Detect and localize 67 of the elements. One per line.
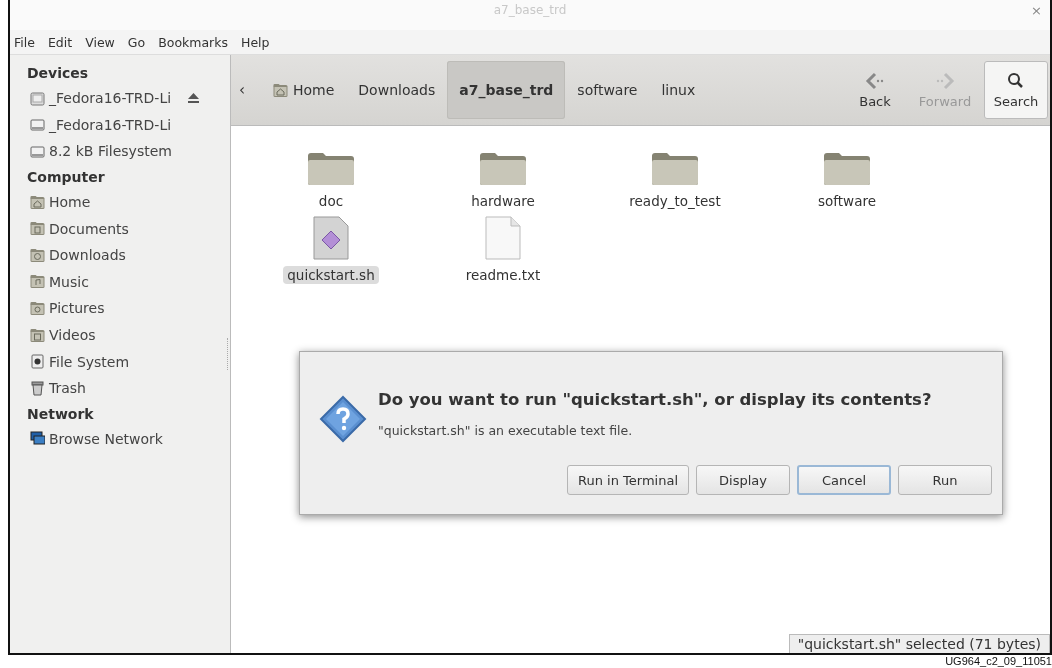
sidebar-item[interactable]: Home bbox=[27, 188, 230, 216]
drive-icon bbox=[30, 117, 45, 133]
sidebar-item[interactable]: Videos bbox=[27, 321, 230, 349]
menu-item[interactable]: Help bbox=[241, 34, 270, 50]
file-name[interactable]: hardware bbox=[467, 192, 539, 210]
network-icon bbox=[30, 431, 45, 447]
folder-icon bbox=[823, 152, 871, 186]
menu-item[interactable]: File bbox=[14, 34, 35, 50]
dialog-button[interactable]: Run in Terminal bbox=[567, 465, 689, 495]
home-folder-icon bbox=[30, 194, 45, 210]
section-heading: Network bbox=[27, 404, 95, 424]
section-heading: Devices bbox=[27, 64, 90, 83]
menu-item[interactable]: Go bbox=[127, 34, 146, 50]
scroll-left-button[interactable]: ‹ bbox=[239, 81, 261, 99]
path-button[interactable]: linux bbox=[649, 61, 708, 119]
dialog-button[interactable]: Cancel bbox=[797, 465, 891, 495]
path-button[interactable]: Home bbox=[261, 61, 347, 119]
file-name[interactable]: readme.txt bbox=[461, 266, 545, 284]
path-button[interactable]: software bbox=[565, 61, 650, 119]
sidebar-item[interactable]: Music bbox=[27, 268, 230, 296]
path-button[interactable]: a7_base_trd bbox=[447, 61, 566, 119]
music-folder-icon bbox=[30, 274, 45, 290]
menu-item[interactable]: Edit bbox=[47, 34, 73, 50]
path-button[interactable]: Downloads bbox=[346, 61, 448, 119]
sidebar-item[interactable]: 8.2 kB Filesystem bbox=[27, 138, 230, 165]
question-icon bbox=[318, 394, 368, 444]
search-button[interactable]: Search bbox=[984, 61, 1048, 119]
dialog-message: "quickstart.sh" is an executable text file. bbox=[378, 423, 634, 438]
file-name[interactable]: doc bbox=[314, 192, 348, 210]
trash-icon bbox=[30, 380, 45, 396]
sidebar-item[interactable]: File System bbox=[27, 348, 230, 375]
menu-item[interactable]: Bookmarks bbox=[158, 34, 228, 50]
drive-icon bbox=[30, 90, 45, 106]
home-folder-icon bbox=[273, 82, 288, 98]
dialog-button[interactable]: Display bbox=[696, 465, 790, 495]
drive-icon bbox=[30, 354, 45, 370]
eject-icon bbox=[187, 92, 201, 105]
documents-folder-icon bbox=[30, 221, 45, 237]
downloads-folder-icon bbox=[30, 247, 45, 263]
file-name[interactable]: ready_to_test bbox=[625, 192, 725, 210]
section-heading: Computer bbox=[27, 167, 106, 187]
dialog-button[interactable]: Run bbox=[898, 465, 992, 495]
folder-icon bbox=[651, 152, 699, 186]
forward-arrow-icon bbox=[935, 71, 955, 90]
pictures-folder-icon bbox=[30, 300, 45, 316]
file-name[interactable]: software bbox=[814, 192, 880, 210]
drive-icon bbox=[30, 144, 45, 159]
sidebar-item[interactable]: _Fedora16-TRD-Li bbox=[27, 85, 230, 112]
back-button[interactable]: Back bbox=[840, 61, 910, 119]
dialog-title: Do you want to run "quickstart.sh", or display its contents? bbox=[378, 390, 933, 409]
sidebar-item[interactable]: Pictures bbox=[27, 295, 230, 322]
script-file-icon bbox=[313, 216, 349, 260]
sidebar-item[interactable]: Trash bbox=[27, 374, 230, 402]
sidebar-item[interactable]: _Fedora16-TRD-Li bbox=[27, 111, 230, 139]
figure-caption: UG964_c2_09_11051 bbox=[945, 655, 1052, 667]
sidebar-item[interactable]: Documents bbox=[27, 215, 230, 242]
menu-item[interactable]: View bbox=[85, 34, 115, 50]
sidebar-item[interactable]: Browse Network bbox=[27, 425, 230, 453]
sidebar-item[interactable]: Downloads bbox=[27, 241, 230, 269]
back-arrow-icon bbox=[865, 71, 885, 90]
status-bar: "quickstart.sh" selected (71 bytes) bbox=[788, 634, 1050, 653]
text-file-icon bbox=[485, 216, 521, 260]
folder-icon bbox=[479, 152, 527, 186]
close-button[interactable]: × bbox=[1031, 3, 1042, 18]
videos-folder-icon bbox=[30, 327, 45, 343]
file-name[interactable]: quickstart.sh bbox=[283, 266, 379, 284]
folder-icon bbox=[307, 152, 355, 186]
